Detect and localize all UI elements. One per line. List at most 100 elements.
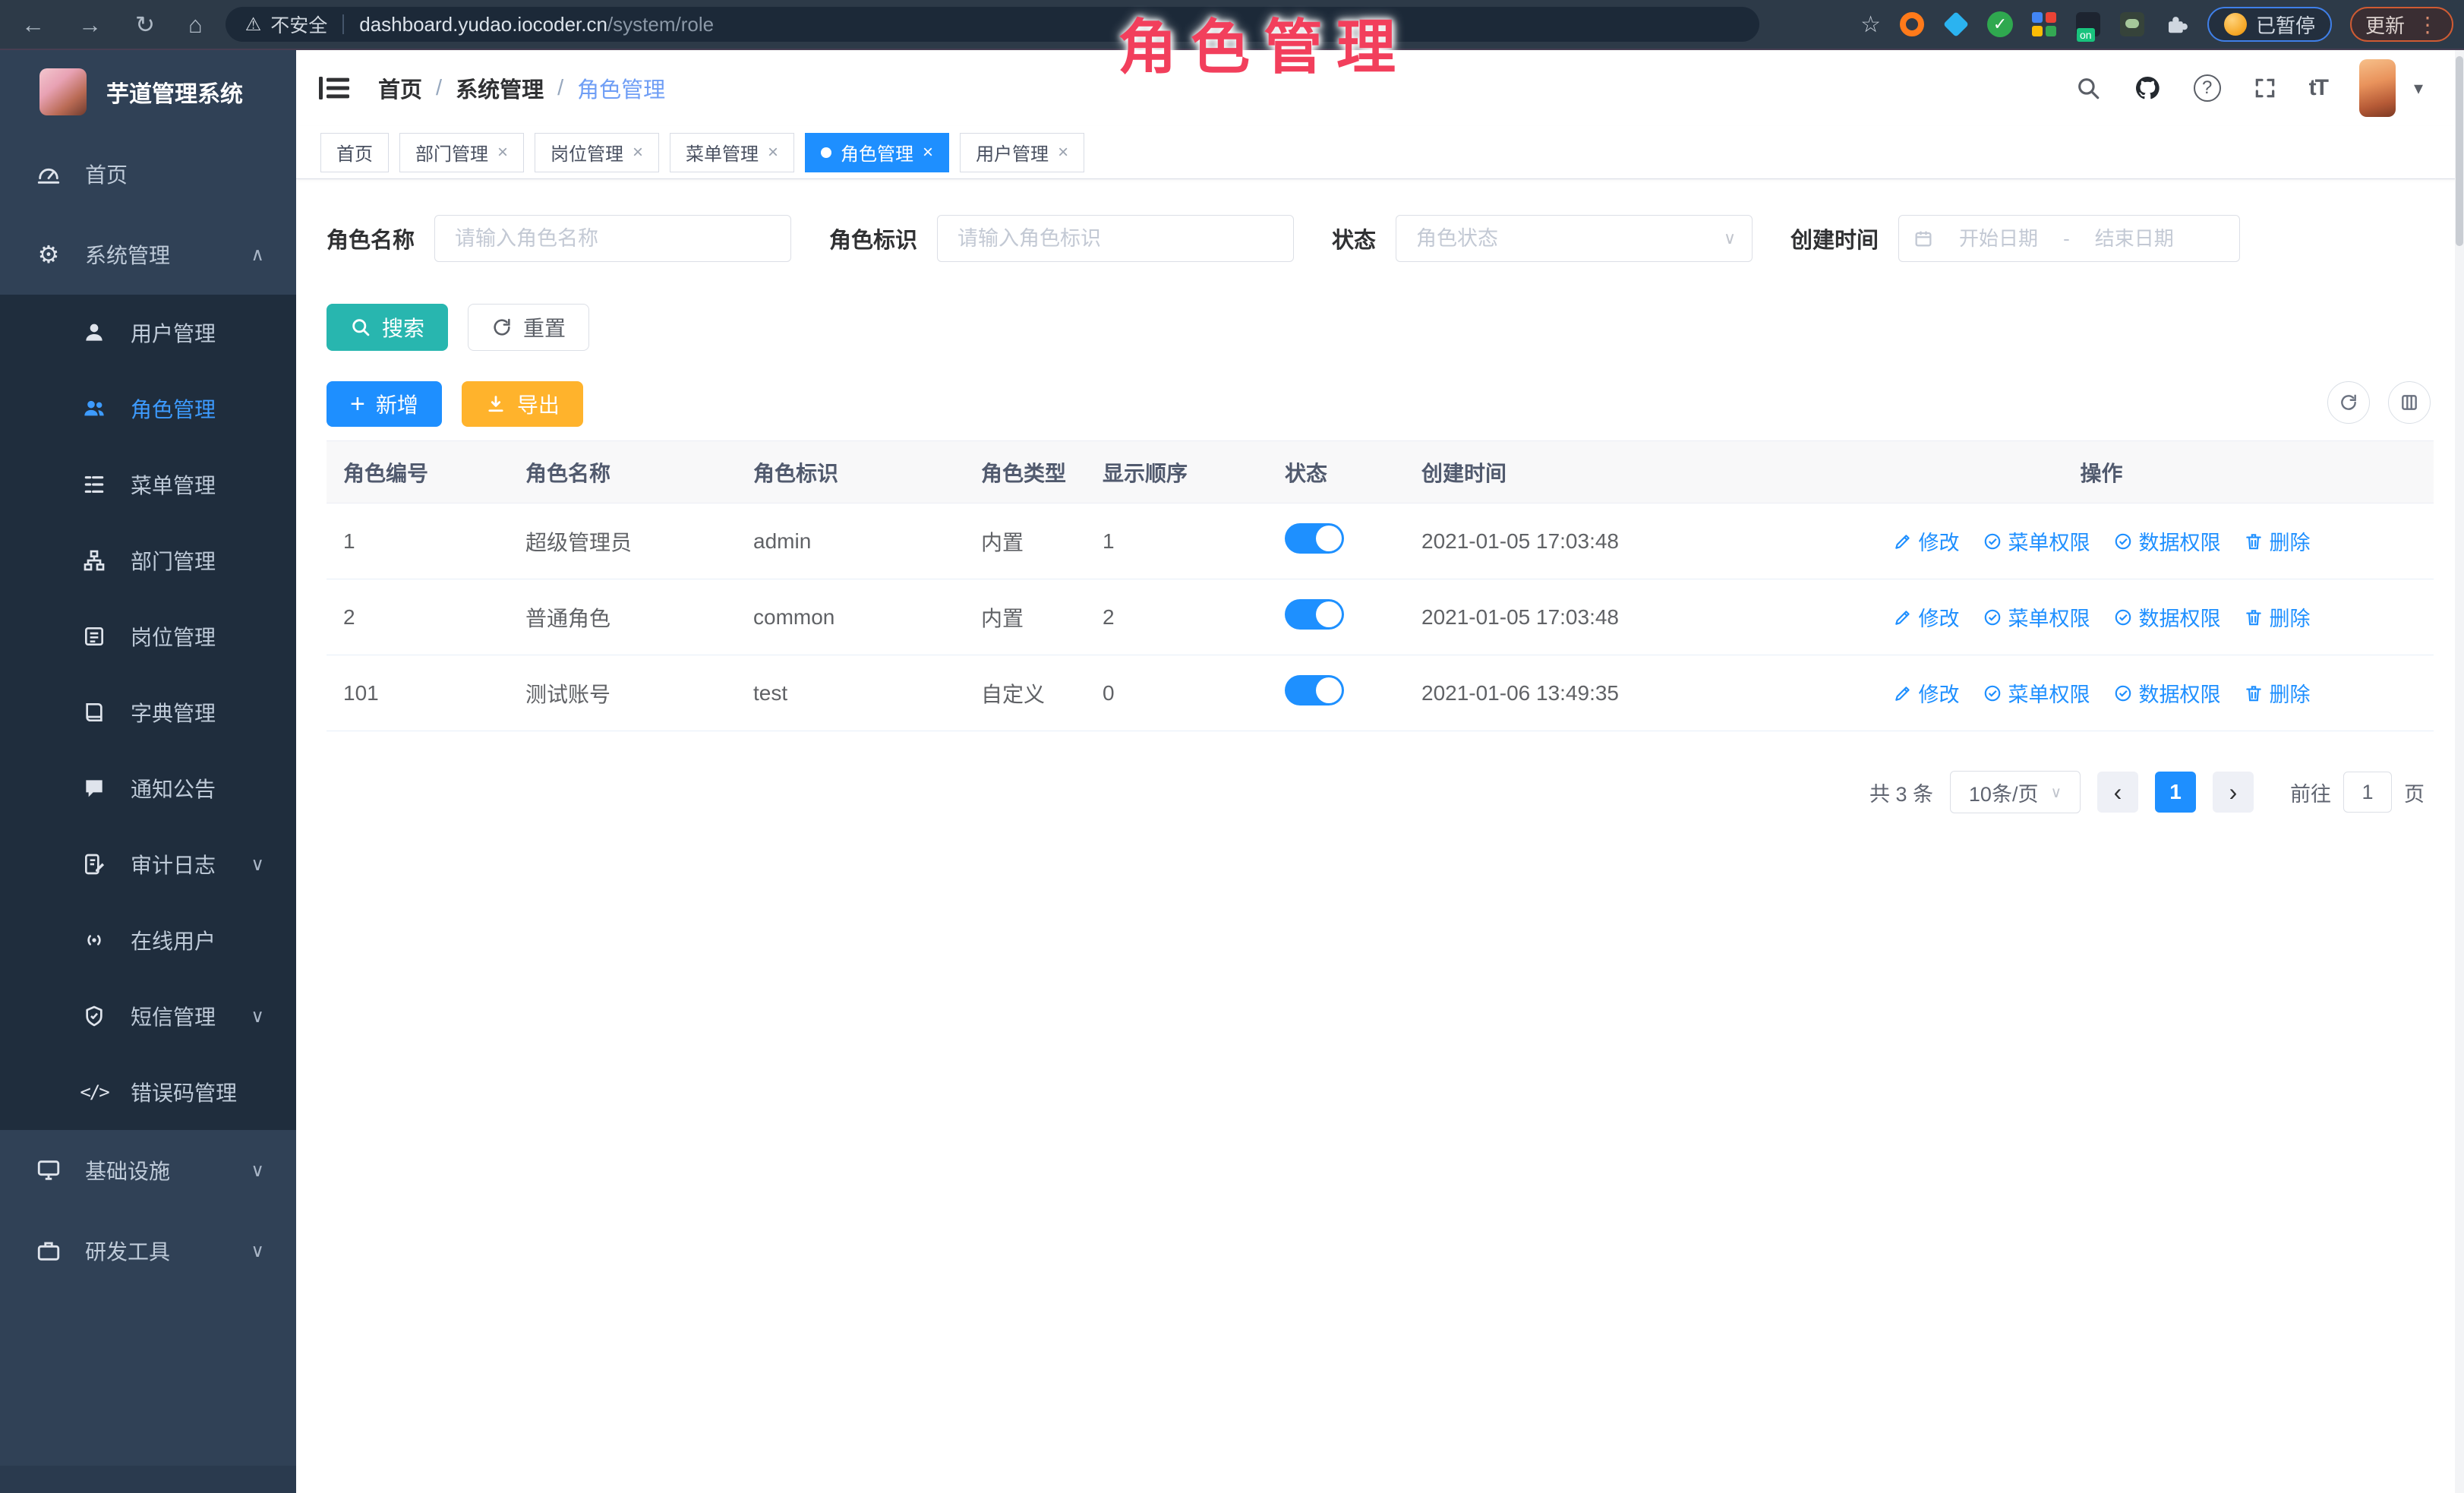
close-icon[interactable]: × <box>1058 142 1068 163</box>
sidebar-item-online-users[interactable]: 在线用户 <box>0 902 296 978</box>
sidebar-item-sms[interactable]: 短信管理 ∨ <box>0 978 296 1054</box>
data-permission-link[interactable]: 数据权限 <box>2113 602 2221 632</box>
delete-link[interactable]: 删除 <box>2244 602 2311 632</box>
edit-label: 修改 <box>1919 602 1960 632</box>
start-date-input[interactable] <box>1942 227 2055 251</box>
extension-dark-icon[interactable]: on <box>2075 11 2101 37</box>
delete-link[interactable]: 删除 <box>2244 678 2311 708</box>
help-icon[interactable]: ? <box>2194 74 2221 102</box>
sidebar-item-dict[interactable]: 字典管理 <box>0 674 296 750</box>
prev-page-button[interactable]: ‹ <box>2097 772 2138 813</box>
tag-posts[interactable]: 岗位管理× <box>535 133 659 172</box>
cell-sort: 1 <box>1086 503 1268 579</box>
extension-green-icon[interactable]: ✓ <box>1987 11 2013 37</box>
tag-departments[interactable]: 部门管理 × <box>399 133 524 172</box>
hamburger-icon[interactable] <box>319 75 349 101</box>
bookmark-star-icon[interactable]: ☆ <box>1860 11 1881 38</box>
extension-grid-icon[interactable] <box>2031 11 2057 37</box>
tag-menus[interactable]: 菜单管理× <box>670 133 794 172</box>
status-toggle[interactable] <box>1285 675 1344 705</box>
close-icon[interactable]: × <box>497 142 508 163</box>
status-toggle[interactable] <box>1285 599 1344 630</box>
page-size-select[interactable]: 10条/页 ∨ <box>1950 771 2081 813</box>
edit-link[interactable]: 修改 <box>1893 602 1960 632</box>
breadcrumb-section[interactable]: 系统管理 <box>456 72 544 104</box>
edit-link[interactable]: 修改 <box>1893 526 1960 556</box>
search-button-label: 搜索 <box>382 312 424 342</box>
tag-home[interactable]: 首页 <box>320 133 389 172</box>
status-toggle[interactable] <box>1285 523 1344 554</box>
sidebar-item-audit-log[interactable]: 审计日志 ∨ <box>0 826 296 902</box>
sidebar-item-dev-tools[interactable]: 研发工具 ∨ <box>0 1210 296 1291</box>
sidebar-item-home[interactable]: 首页 <box>0 134 296 214</box>
refresh-button[interactable] <box>2327 381 2370 424</box>
sidebar-item-infrastructure[interactable]: 基础设施 ∨ <box>0 1130 296 1210</box>
end-date-input[interactable] <box>2078 227 2191 251</box>
role-name-input[interactable] <box>434 215 791 262</box>
tag-roles-active[interactable]: 角色管理× <box>805 133 949 172</box>
breadcrumb: 首页 / 系统管理 / 角色管理 <box>378 72 665 104</box>
close-icon[interactable]: × <box>768 142 778 163</box>
sidebar-item-error-codes[interactable]: </> 错误码管理 <box>0 1054 296 1130</box>
tag-label: 用户管理 <box>976 139 1049 166</box>
scrollbar-thumb[interactable] <box>2456 56 2463 246</box>
browser-update-button[interactable]: 更新 ⋮ <box>2350 7 2453 42</box>
add-button[interactable]: + 新增 <box>327 381 442 427</box>
home-icon[interactable]: ⌂ <box>188 13 203 36</box>
sidebar-item-users[interactable]: 用户管理 <box>0 295 296 371</box>
menu-permission-link[interactable]: 菜单权限 <box>1983 602 2090 632</box>
cell-role-name: 超级管理员 <box>509 503 737 579</box>
sidebar-item-menus[interactable]: 菜单管理 <box>0 447 296 522</box>
filter-role-name: 角色名称 <box>327 215 791 262</box>
delete-link[interactable]: 删除 <box>2244 526 2311 556</box>
filter-status: 状态 ∨ <box>1332 215 1753 262</box>
tag-users[interactable]: 用户管理 × <box>960 133 1084 172</box>
forward-icon[interactable]: → <box>78 13 102 36</box>
extension-orange-icon[interactable] <box>1899 11 1925 37</box>
edit-link[interactable]: 修改 <box>1893 678 1960 708</box>
sidebar-item-posts[interactable]: 岗位管理 <box>0 598 296 674</box>
search-icon[interactable] <box>2075 75 2101 101</box>
role-key-input[interactable] <box>937 215 1294 262</box>
search-button[interactable]: 搜索 <box>327 304 448 351</box>
extension-blue-icon[interactable] <box>1943 11 1969 37</box>
extension-monkey-icon[interactable] <box>2119 11 2145 37</box>
reload-icon[interactable]: ↻ <box>135 13 155 36</box>
close-icon[interactable]: × <box>633 142 643 163</box>
close-icon[interactable]: × <box>923 142 933 163</box>
scrollbar-track[interactable] <box>2455 50 2464 1493</box>
font-size-icon[interactable]: tT <box>2309 75 2327 101</box>
delete-label: 删除 <box>2270 602 2311 632</box>
breadcrumb-home[interactable]: 首页 <box>378 72 422 104</box>
sidebar-item-system[interactable]: ⚙ 系统管理 ∧ <box>0 214 296 295</box>
app-logo <box>39 68 87 115</box>
github-icon[interactable] <box>2133 74 2162 103</box>
data-permission-link[interactable]: 数据权限 <box>2113 678 2221 708</box>
fullscreen-icon[interactable] <box>2253 76 2277 100</box>
menu-permission-link[interactable]: 菜单权限 <box>1983 526 2090 556</box>
avatar-caret-icon[interactable]: ▾ <box>2414 77 2423 99</box>
avatar[interactable] <box>2359 59 2396 117</box>
sidebar-item-roles[interactable]: 角色管理 <box>0 371 296 447</box>
next-page-button[interactable]: › <box>2213 772 2254 813</box>
puzzle-icon[interactable] <box>2163 11 2189 37</box>
sidebar-item-notice[interactable]: 通知公告 <box>0 750 296 826</box>
sidebar-header: 芋道管理系统 <box>0 50 296 134</box>
cell-role-key: admin <box>737 503 964 579</box>
export-button[interactable]: 导出 <box>462 381 583 427</box>
current-page-button[interactable]: 1 <box>2155 772 2196 813</box>
address-bar[interactable]: ⚠ 不安全 dashboard.yudao.iocoder.cn /system… <box>226 7 1759 42</box>
date-range-picker[interactable]: - <box>1898 215 2240 262</box>
browser-menu-icon[interactable]: ⋮ <box>2417 12 2438 37</box>
status-select[interactable] <box>1396 215 1753 262</box>
data-permission-link[interactable]: 数据权限 <box>2113 526 2221 556</box>
goto-page-input[interactable] <box>2343 772 2392 813</box>
back-icon[interactable]: ← <box>21 13 45 36</box>
cell-status <box>1268 503 1405 579</box>
profile-paused-chip[interactable]: 已暂停 <box>2207 7 2332 42</box>
tag-label: 部门管理 <box>415 139 488 166</box>
column-settings-button[interactable] <box>2388 381 2431 424</box>
reset-button[interactable]: 重置 <box>468 304 589 351</box>
menu-permission-link[interactable]: 菜单权限 <box>1983 678 2090 708</box>
sidebar-item-departments[interactable]: 部门管理 <box>0 522 296 598</box>
